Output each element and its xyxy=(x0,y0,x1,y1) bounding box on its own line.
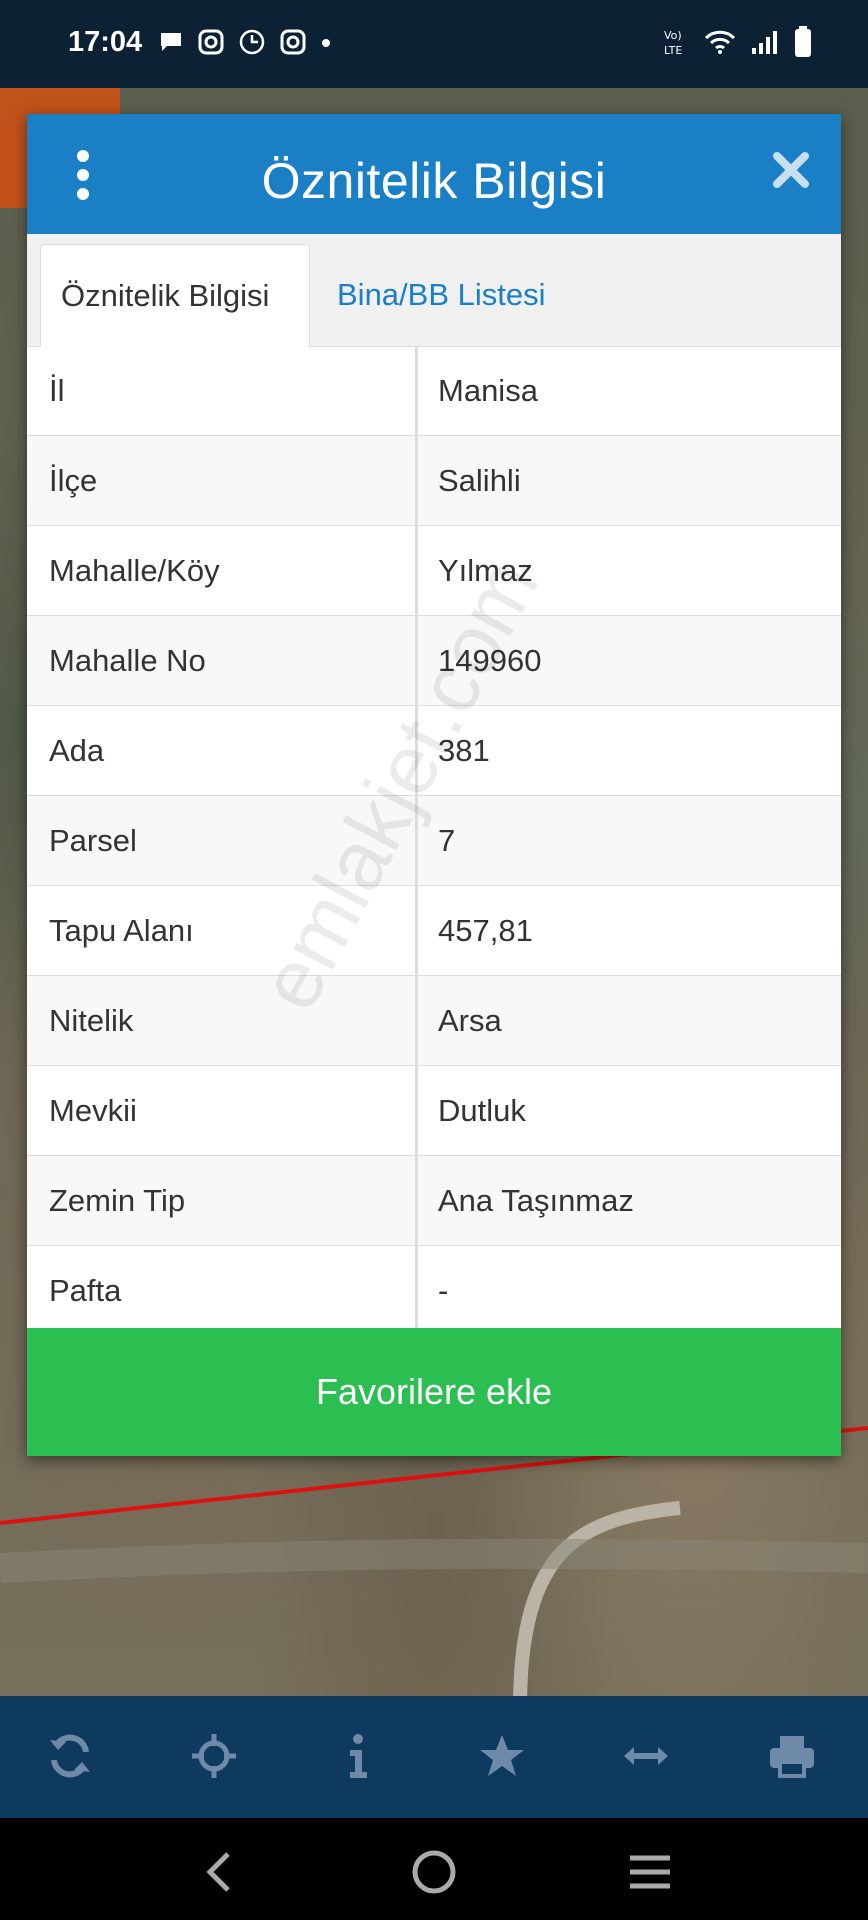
instagram-icon xyxy=(198,29,224,60)
row-value: Dutluk xyxy=(438,1093,526,1128)
row-value: Manisa xyxy=(438,373,538,408)
row-key: Nitelik xyxy=(27,976,418,1065)
row-value: 7 xyxy=(438,823,456,858)
row-value: Arsa xyxy=(438,1003,502,1038)
tab-bar: Öznitelik Bilgisi Bina/BB Listesi xyxy=(27,234,841,347)
table-row: Mevkii Dutluk xyxy=(27,1066,841,1156)
status-bar: 17:04 Vo) LTE xyxy=(0,0,868,88)
row-key: Mahalle/Köy xyxy=(27,526,418,615)
row-key: İlçe xyxy=(27,436,418,525)
row-key: Pafta xyxy=(27,1246,418,1335)
row-value: Salihli xyxy=(438,463,521,498)
star-icon[interactable] xyxy=(478,1732,526,1780)
print-icon[interactable] xyxy=(768,1732,816,1780)
table-row: İlçe Salihli xyxy=(27,436,841,526)
svg-text:Vo): Vo) xyxy=(664,29,682,42)
signal-icon xyxy=(750,28,780,61)
add-favorite-button[interactable]: Favorilere ekle xyxy=(27,1328,841,1456)
refresh-icon[interactable] xyxy=(46,1732,94,1780)
table-row: Tapu Alanı 457,81 xyxy=(27,886,841,976)
battery-icon xyxy=(794,26,812,63)
table-row: Zemin Tip Ana Taşınmaz xyxy=(27,1156,841,1246)
row-value: Ana Taşınmaz xyxy=(438,1183,634,1218)
measure-icon[interactable] xyxy=(622,1732,670,1780)
map-toolbar xyxy=(0,1696,868,1818)
row-value: 457,81 xyxy=(438,913,533,948)
status-time: 17:04 xyxy=(68,26,143,58)
close-icon[interactable] xyxy=(771,150,811,190)
table-row: Nitelik Arsa xyxy=(27,976,841,1066)
info-icon[interactable] xyxy=(334,1732,382,1780)
row-value: - xyxy=(438,1273,449,1308)
table-row: Pafta - xyxy=(27,1246,841,1336)
dot-icon xyxy=(320,36,332,54)
volte-icon: Vo) LTE xyxy=(664,27,690,62)
chat-icon xyxy=(158,29,184,60)
tab-building-list[interactable]: Bina/BB Listesi xyxy=(317,244,566,346)
recents-icon[interactable] xyxy=(626,1848,674,1896)
row-key: Mevkii xyxy=(27,1066,418,1155)
back-icon[interactable] xyxy=(196,1848,244,1896)
home-icon[interactable] xyxy=(410,1848,458,1896)
tab-attribute-info[interactable]: Öznitelik Bilgisi xyxy=(40,244,310,347)
svg-text:LTE: LTE xyxy=(664,44,682,57)
table-row: Mahalle/Köy Yılmaz xyxy=(27,526,841,616)
crosshair-icon[interactable] xyxy=(190,1732,238,1780)
clock-icon xyxy=(238,28,266,61)
attribute-table: İl Manisa İlçe Salihli Mahalle/Köy Yılmaz M… xyxy=(27,346,841,1336)
dialog-title: Öznitelik Bilgisi xyxy=(261,153,607,209)
dialog-header: Öznitelik Bilgisi xyxy=(27,114,841,234)
instagram-icon xyxy=(280,29,306,60)
table-row: İl Manisa xyxy=(27,346,841,436)
row-key: Zemin Tip xyxy=(27,1156,418,1245)
row-key: İl xyxy=(27,346,418,435)
row-key: Mahalle No xyxy=(27,616,418,705)
wifi-icon xyxy=(704,28,736,61)
system-nav-bar xyxy=(0,1818,868,1920)
